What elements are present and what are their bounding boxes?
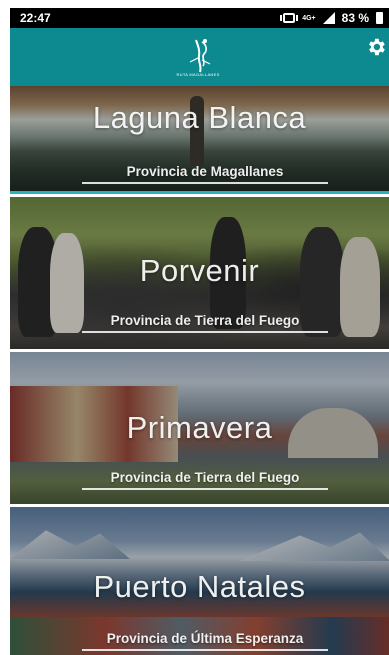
card-subtitle: Provincia de Tierra del Fuego — [82, 470, 328, 490]
destination-card-puerto-natales[interactable]: Puerto Natales Provincia de Última Esper… — [10, 504, 389, 655]
card-subtitle: Provincia de Última Esperanza — [82, 631, 328, 651]
card-subtitle: Provincia de Tierra del Fuego — [82, 313, 328, 333]
destination-card-laguna-blanca[interactable]: Laguna Blanca Provincia de Magallanes — [10, 86, 389, 194]
destination-card-porvenir[interactable]: Porvenir Provincia de Tierra del Fuego — [10, 194, 389, 349]
card-title: Porvenir — [139, 253, 260, 288]
battery-percent: 83 % — [341, 11, 369, 25]
gear-icon[interactable] — [365, 36, 387, 58]
battery-icon — [376, 12, 383, 24]
network-type-icon: 4G+ — [302, 14, 316, 22]
destination-card-primavera[interactable]: Primavera Provincia de Tierra del Fuego — [10, 349, 389, 504]
signal-icon — [322, 12, 335, 24]
card-title: Puerto Natales — [93, 569, 306, 604]
status-time: 22:47 — [20, 11, 51, 25]
status-bar: 22:47 4G+ 83 % — [10, 8, 389, 28]
card-title: Laguna Blanca — [92, 100, 307, 135]
logo-text: RUTA MAGALLANES — [176, 72, 220, 77]
card-title: Primavera — [126, 410, 273, 445]
vibrate-icon — [280, 13, 299, 23]
app-frame: 22:47 4G+ 83 % RUTA MAGALLANES Laguna Bl… — [10, 8, 389, 655]
card-subtitle: Provincia de Magallanes — [82, 164, 328, 184]
status-icons: 4G+ 83 % — [280, 11, 383, 25]
app-header: RUTA MAGALLANES — [10, 28, 389, 86]
